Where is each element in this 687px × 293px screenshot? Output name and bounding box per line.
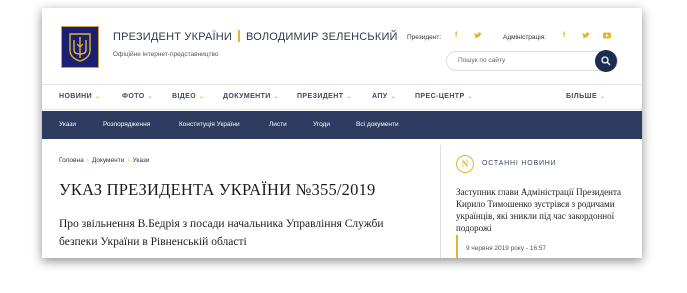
facebook-icon[interactable]: f bbox=[563, 32, 565, 39]
nav-item-label: ФОТО bbox=[122, 93, 145, 100]
coat-of-arms-logo[interactable] bbox=[61, 26, 99, 68]
chevron-right-icon: › bbox=[127, 157, 130, 164]
nav-item-documents[interactable]: ДОКУМЕНТИ ⌄ bbox=[223, 93, 279, 100]
breadcrumb-home[interactable]: Головна bbox=[59, 157, 84, 164]
breadcrumb: Головна › Документи › Укази bbox=[59, 157, 150, 164]
latest-news-heading[interactable]: ОСТАННІ НОВИНИ bbox=[482, 160, 556, 167]
chevron-down-icon: ⌄ bbox=[199, 94, 205, 100]
chevron-down-icon: ⌄ bbox=[95, 94, 101, 100]
site-title[interactable]: ПРЕЗИДЕНТ УКРАЇНИ ВОЛОДИМИР ЗЕЛЕНСЬКИЙ bbox=[113, 30, 398, 43]
chevron-down-icon: ⌄ bbox=[346, 94, 352, 100]
nav-item-apu[interactable]: АПУ ⌄ bbox=[372, 93, 396, 100]
subnav-item-orders[interactable]: Розпорядження bbox=[103, 121, 150, 128]
search-button[interactable] bbox=[595, 50, 617, 72]
site-title-president: ПРЕЗИДЕНТ УКРАЇНИ bbox=[113, 31, 233, 43]
nav-item-more[interactable]: БІЛЬШЕ ⌄ bbox=[566, 93, 605, 100]
nav-item-label: НОВИНИ bbox=[59, 93, 93, 100]
administration-social-label: Адміністрація: bbox=[503, 34, 547, 41]
documents-subnav: Укази Розпорядження Конституція України … bbox=[42, 111, 642, 139]
chevron-down-icon: ⌄ bbox=[467, 94, 473, 100]
news-item-accent-bar bbox=[456, 235, 458, 258]
nav-item-news[interactable]: НОВИНИ ⌄ bbox=[59, 93, 101, 100]
chevron-down-icon: ⌄ bbox=[390, 94, 396, 100]
search-icon bbox=[601, 56, 611, 66]
search-input[interactable]: Пошук по сайту bbox=[446, 51, 618, 71]
nav-item-label: ПРЕЗИДЕНТ bbox=[297, 93, 344, 100]
nav-divider bbox=[42, 109, 642, 110]
title-separator bbox=[238, 30, 241, 42]
nav-item-label: ДОКУМЕНТИ bbox=[223, 93, 271, 100]
chevron-right-icon: › bbox=[86, 157, 89, 164]
site-subtitle: Офіційне інтернет-представництво bbox=[113, 51, 219, 58]
subnav-item-agreements[interactable]: Угоди bbox=[313, 121, 330, 128]
news-item-date: 9 червня 2019 року - 16:57 bbox=[466, 245, 547, 252]
sidebar-divider bbox=[440, 145, 441, 258]
nav-item-video[interactable]: ВІДЕО ⌄ bbox=[172, 93, 205, 100]
nav-item-label: БІЛЬШЕ bbox=[566, 93, 598, 100]
nav-item-photo[interactable]: ФОТО ⌄ bbox=[122, 93, 153, 100]
nav-item-label: ВІДЕО bbox=[172, 93, 197, 100]
president-social-label: Президент: bbox=[407, 34, 442, 41]
site-title-name: ВОЛОДИМИР ЗЕЛЕНСЬКИЙ bbox=[246, 31, 398, 43]
main-navigation: НОВИНИ ⌄ ФОТО ⌄ ВІДЕО ⌄ ДОКУМЕНТИ ⌄ ПРЕЗИДЕН… bbox=[59, 90, 642, 106]
breadcrumb-documents[interactable]: Документи bbox=[92, 157, 124, 164]
browser-page: ПРЕЗИДЕНТ УКРАЇНИ ВОЛОДИМИР ЗЕЛЕНСЬКИЙ Оф… bbox=[42, 8, 642, 258]
facebook-icon[interactable]: f bbox=[455, 32, 457, 39]
youtube-icon[interactable] bbox=[603, 32, 611, 41]
nav-item-label: ПРЕС-ЦЕНТР bbox=[415, 93, 465, 100]
chevron-down-icon: ⌄ bbox=[600, 94, 606, 100]
page-title: УКАЗ ПРЕЗИДЕНТА УКРАЇНИ №355/2019 bbox=[59, 180, 376, 199]
chevron-down-icon: ⌄ bbox=[147, 94, 154, 100]
subnav-item-constitution[interactable]: Конституція України bbox=[179, 121, 240, 128]
breadcrumb-decrees[interactable]: Укази bbox=[133, 157, 150, 164]
twitter-icon[interactable] bbox=[474, 32, 482, 41]
nav-item-president[interactable]: ПРЕЗИДЕНТ ⌄ bbox=[297, 93, 352, 100]
subnav-item-all-documents[interactable]: Всі документи bbox=[356, 121, 399, 128]
subnav-item-decrees[interactable]: Укази bbox=[59, 121, 76, 128]
chevron-down-icon: ⌄ bbox=[273, 94, 280, 100]
twitter-icon[interactable] bbox=[582, 32, 590, 41]
document-lead: Про звільнення В.Бедрія з посади начальн… bbox=[59, 218, 384, 248]
news-icon: N bbox=[456, 155, 474, 173]
nav-item-press-center[interactable]: ПРЕС-ЦЕНТР ⌄ bbox=[415, 93, 473, 100]
news-item-title[interactable]: Заступник глави Адміністрації Президента… bbox=[456, 186, 632, 234]
nav-item-label: АПУ bbox=[372, 93, 388, 100]
subnav-item-letters[interactable]: Листи bbox=[269, 121, 287, 128]
header-divider bbox=[42, 84, 642, 85]
